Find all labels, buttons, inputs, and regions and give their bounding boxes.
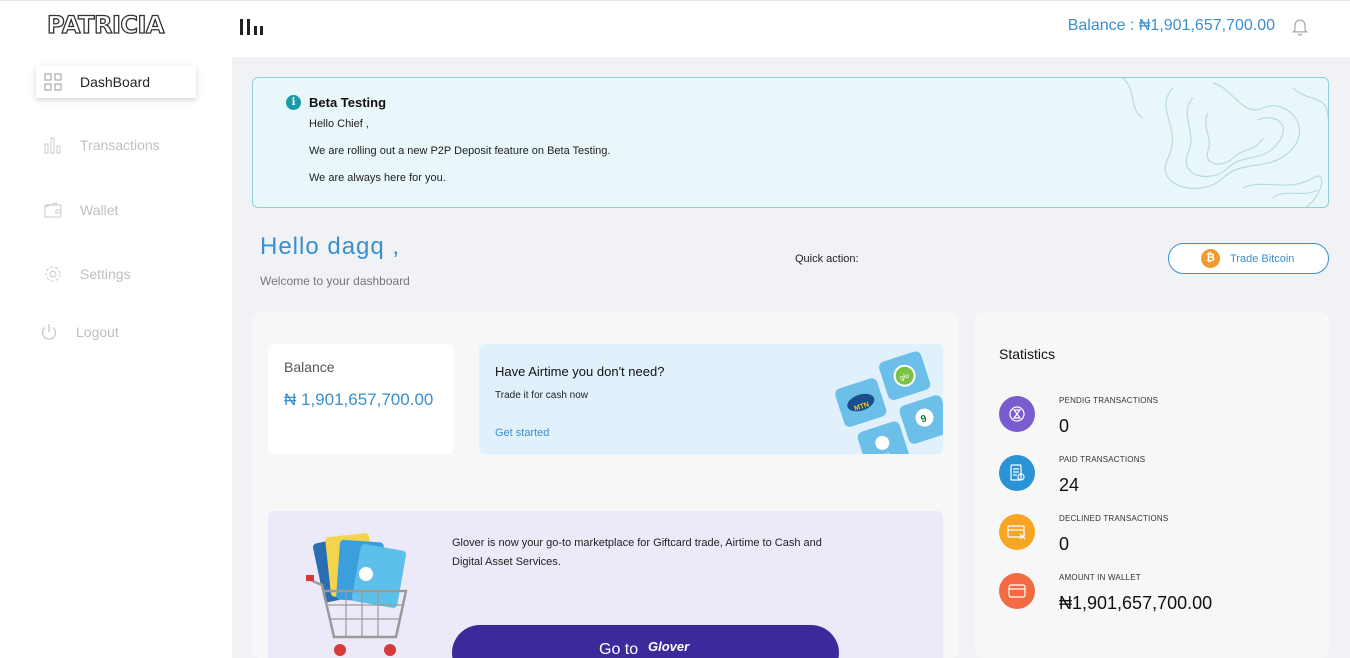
patricia-logo[interactable]: PATRICIA [46,10,165,39]
go-to-glover-button[interactable]: Go to Glover [452,625,839,658]
sidebar-item-wallet[interactable]: Wallet [36,194,196,226]
sim-cards-illustration: MTN glo airtel 9 [835,351,943,454]
beta-line: We are always here for you. [309,172,446,184]
stat-value: 0 [1059,416,1070,436]
beta-testing-banner: i Beta Testing Hello Chief , We are roll… [252,77,1329,208]
beta-line: Hello Chief , [309,118,369,130]
beta-line: We are rolling out a new P2P Deposit fea… [309,145,611,157]
stat-row-wallet-amount: AMOUNT IN WALLET ₦1,901,657,700.00 [999,573,1319,623]
stat-label: DECLINED TRANSACTIONS [1059,514,1169,523]
declined-card-icon [999,514,1035,550]
airtime-title: Have Airtime you don't need? [495,364,665,379]
trade-bitcoin-label: Trade Bitcoin [1230,252,1295,265]
quick-action-label: Quick action: [795,253,859,265]
sidebar-item-settings[interactable]: Settings [36,258,196,290]
sidebar: DashBoard Transactions Wallet Settings L… [0,57,232,658]
glover-promo-card: Glover is now your go-to marketplace for… [268,511,943,658]
wallet-icon [999,573,1035,609]
sidebar-item-logout[interactable]: Logout [32,316,192,348]
grid-icon [44,73,62,91]
airtime-promo-card: Have Airtime you don't need? Trade it fo… [479,344,943,454]
overview-card: Balance ₦ 1,901,657,700.00 Have Airtime … [252,312,959,658]
stat-label: PAID TRANSACTIONS [1059,455,1146,464]
top-bar: PATRICIA Balance : ₦1,901,657,700.00 [0,0,1350,57]
sidebar-item-transactions[interactable]: Transactions [36,129,196,161]
sidebar-item-label: Wallet [80,202,119,218]
stat-value: 0 [1059,534,1070,554]
stat-value: 24 [1059,475,1080,495]
statistics-title: Statistics [999,346,1056,362]
sidebar-item-label: DashBoard [80,74,151,90]
glover-description: Glover is now your go-to marketplace for… [452,537,822,568]
sidebar-item-label: Logout [76,324,119,340]
balance-label: Balance [284,359,335,375]
get-started-link[interactable]: Get started [495,427,549,439]
stat-row-paid: PAID TRANSACTIONS 24 [999,455,1319,505]
wallet-icon [44,202,62,218]
main-content: i Beta Testing Hello Chief , We are roll… [232,57,1350,658]
header-balance: Balance : ₦1,901,657,700.00 [1067,17,1275,34]
stat-label: PENDIG TRANSACTIONS [1059,396,1159,405]
info-icon: i [286,95,301,110]
sidebar-item-label: Transactions [80,137,160,153]
go-to-label: Go to [599,641,639,658]
balance-card: Balance ₦ 1,901,657,700.00 [268,344,454,454]
power-icon [41,324,57,340]
statistics-card: Statistics PENDIG TRANSACTIONS 0 PAID TR… [975,312,1329,658]
hourglass-icon [999,396,1035,432]
menu-toggle-icon[interactable] [240,17,264,35]
sidebar-item-label: Settings [80,266,131,282]
stat-row-declined: DECLINED TRANSACTIONS 0 [999,514,1319,564]
sidebar-item-dashboard[interactable]: DashBoard [36,66,196,98]
receipt-icon [999,455,1035,491]
stat-row-pending: PENDIG TRANSACTIONS 0 [999,396,1319,446]
decorative-wave-pattern [1122,78,1328,207]
stat-label: AMOUNT IN WALLET [1059,573,1141,582]
gear-icon [45,266,61,282]
balance-value: ₦ 1,901,657,700.00 [284,390,434,409]
welcome-text: Welcome to your dashboard [260,274,410,288]
stat-value: ₦1,901,657,700.00 [1059,593,1213,613]
bitcoin-icon: ₿ [1201,249,1220,268]
airtime-subtitle: Trade it for cash now [495,390,589,401]
glover-logo: Glover [648,639,690,654]
bell-icon[interactable] [1290,15,1310,37]
shopping-cart-illustration [306,533,408,656]
beta-title: Beta Testing [309,95,387,110]
trade-bitcoin-button[interactable]: ₿ Trade Bitcoin [1168,243,1329,274]
greeting-title: Hello dagq , [260,233,401,260]
bar-chart-icon [44,137,61,154]
